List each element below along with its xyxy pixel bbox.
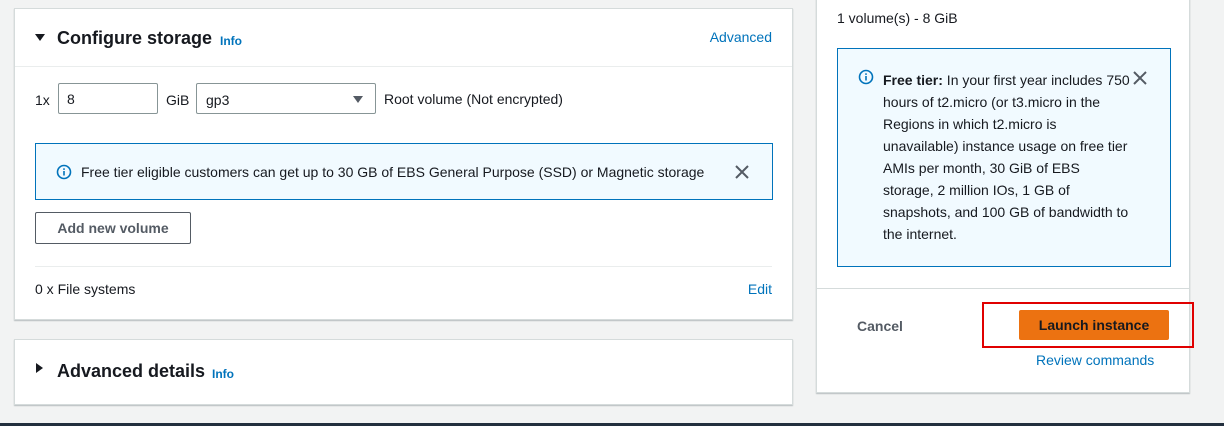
volume-type-select[interactable]: gp3: [196, 83, 376, 114]
free-tier-alert: Free tier: In your first year includes 7…: [837, 48, 1171, 267]
free-tier-text: Free tier: In your first year includes 7…: [883, 69, 1133, 245]
launch-instance-button[interactable]: Launch instance: [1019, 310, 1169, 340]
root-volume-row: 1x GiB gp3 Root volume (Not encrypted): [35, 83, 775, 115]
divider: [35, 266, 772, 267]
caret-right-icon[interactable]: [36, 363, 43, 373]
review-commands-link[interactable]: Review commands: [1036, 352, 1154, 368]
advanced-details-info-link[interactable]: Info: [212, 367, 234, 381]
caret-down-icon[interactable]: [35, 34, 45, 41]
volume-description: Root volume (Not encrypted): [384, 91, 563, 107]
cancel-button[interactable]: Cancel: [857, 318, 903, 334]
file-systems-label: 0 x File systems: [35, 281, 136, 297]
add-new-volume-button[interactable]: Add new volume: [35, 212, 191, 244]
advanced-details-title[interactable]: Advanced details: [57, 361, 205, 382]
volume-size-input[interactable]: [58, 83, 158, 114]
storage-alert-text: Free tier eligible customers can get up …: [81, 164, 705, 180]
close-icon[interactable]: [734, 164, 750, 180]
free-tier-label: Free tier:: [883, 72, 943, 88]
volume-unit-label: GiB: [166, 92, 190, 108]
storage-panel-title[interactable]: Configure storage: [57, 28, 212, 49]
volume-count-label: 1x: [35, 92, 50, 108]
dropdown-arrow-icon: [353, 96, 363, 103]
volume-type-value: gp3: [206, 92, 230, 108]
volume-summary: 1 volume(s) - 8 GiB: [837, 10, 958, 26]
file-systems-edit-link[interactable]: Edit: [748, 281, 772, 297]
info-circle-icon: [858, 69, 874, 85]
divider: [817, 288, 1189, 289]
info-circle-icon: [56, 164, 72, 180]
free-tier-description: In your first year includes 750 hours of…: [883, 72, 1130, 242]
configure-storage-panel: Configure storage Info Advanced 1x GiB g…: [14, 8, 793, 320]
storage-info-link[interactable]: Info: [220, 34, 242, 48]
storage-free-tier-alert: Free tier eligible customers can get up …: [35, 143, 773, 200]
storage-panel-header[interactable]: Configure storage Info Advanced: [15, 9, 792, 67]
close-icon[interactable]: [1132, 70, 1148, 86]
advanced-details-panel[interactable]: Advanced details Info: [14, 339, 793, 405]
summary-panel: 1 volume(s) - 8 GiB Free tier: In your f…: [816, 0, 1194, 393]
advanced-link[interactable]: Advanced: [710, 29, 772, 45]
